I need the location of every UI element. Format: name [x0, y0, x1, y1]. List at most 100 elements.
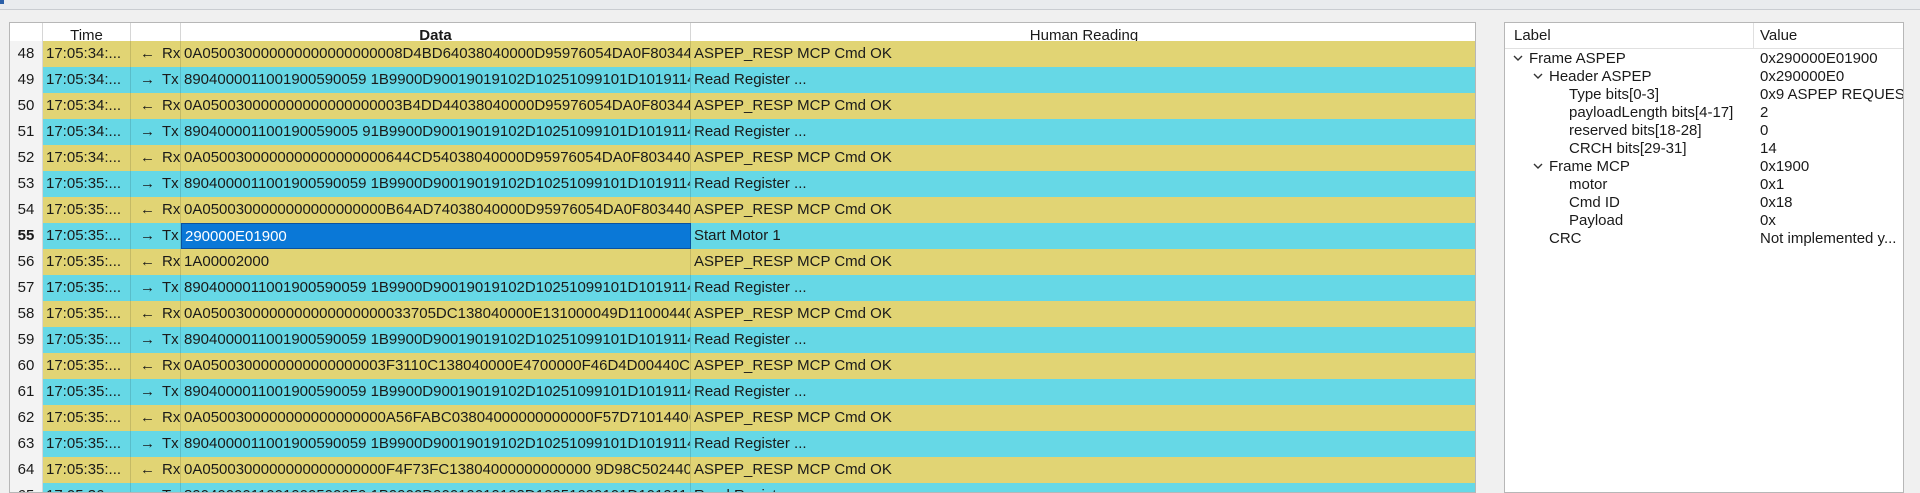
table-row[interactable]: 52 17:05:34:... ← Rx 0A050030000000000000000… — [10, 145, 1475, 171]
direction-label: Rx — [162, 305, 181, 322]
direction-label: Tx — [162, 383, 179, 400]
column-header-label[interactable]: Label — [1505, 23, 1754, 48]
frame-detail-tree[interactable]: Label Value Frame ASPEP 0x290000E01900 Hea… — [1504, 22, 1904, 493]
row-number: 52 — [10, 145, 43, 171]
direction-cell: → Tx — [131, 327, 181, 353]
human-reading-cell: ASPEP_RESP MCP Cmd OK — [691, 457, 1475, 483]
arrow-left-icon: ← — [140, 409, 155, 426]
data-cell[interactable]: 890400001100190059005 91B9900D9001901910… — [181, 119, 691, 145]
human-reading-cell: Read Register ... — [691, 431, 1475, 457]
tree-item-value: Not implemented y... — [1760, 230, 1897, 247]
human-reading-cell: ASPEP_RESP MCP Cmd OK — [691, 249, 1475, 275]
direction-label: Tx — [162, 435, 179, 452]
tree-item[interactable]: CRC Not implemented y... — [1505, 228, 1903, 250]
row-number: 59 — [10, 327, 43, 353]
row-number: 48 — [10, 41, 43, 67]
title-strip — [0, 0, 1920, 10]
table-row[interactable]: 64 17:05:35:... ← Rx 0A050030000000000000000… — [10, 457, 1475, 483]
data-cell[interactable]: 0A0500300000000000000000B64AD74038040000… — [181, 197, 691, 223]
table-row[interactable]: 60 17:05:35:... ← Rx 0A050030000000000000000… — [10, 353, 1475, 379]
time-cell: 17:05:35:... — [43, 223, 131, 249]
direction-cell: ← Rx — [131, 41, 181, 67]
direction-cell: → Tx — [131, 119, 181, 145]
table-row[interactable]: 6517:05:36:... → Tx8904000011001900590059 … — [10, 483, 1475, 492]
arrow-right-icon: → — [140, 123, 155, 140]
data-cell[interactable]: 0A050030000000000000000008D4BD6403804000… — [181, 41, 691, 67]
row-number: 60 — [10, 353, 43, 379]
column-header-value[interactable]: Value — [1754, 23, 1903, 48]
direction-label: Rx — [162, 201, 181, 218]
arrow-left-icon: ← — [140, 149, 155, 166]
human-reading-cell: Read Register ... — [691, 327, 1475, 353]
arrow-right-icon: → — [140, 227, 155, 244]
table-row[interactable]: 55 17:05:35:... → Tx 290000E01900 Start Motor… — [10, 223, 1475, 249]
row-number: 65 — [10, 483, 43, 492]
table-row[interactable]: 49 17:05:34:... → Tx 8904000011001900590059 … — [10, 67, 1475, 93]
tree-header: Label Value — [1505, 23, 1903, 49]
data-cell[interactable]: 0A0500300000000000000000A56FABC038040000… — [181, 405, 691, 431]
data-cell[interactable]: 8904000011001900590059 1B9900D9001901910… — [181, 483, 691, 492]
human-reading-cell: ASPEP_RESP MCP Cmd OK — [691, 301, 1475, 327]
direction-label: Tx — [162, 227, 179, 244]
direction-cell: → Tx — [131, 171, 181, 197]
arrow-right-icon: → — [140, 435, 155, 452]
row-number: 56 — [10, 249, 43, 275]
arrow-left-icon: ← — [140, 305, 155, 322]
table-row[interactable]: 50 17:05:34:... ← Rx 0A050030000000000000000… — [10, 93, 1475, 119]
data-cell[interactable]: 0A050030000000000000000003B4DD4403804000… — [181, 93, 691, 119]
table-row[interactable]: 51 17:05:34:... → Tx 890400001100190059005 9… — [10, 119, 1475, 145]
data-cell[interactable]: 1A00002000 — [181, 249, 691, 275]
table-row[interactable]: 54 17:05:35:... ← Rx 0A050030000000000000000… — [10, 197, 1475, 223]
time-cell: 17:05:35:... — [43, 353, 131, 379]
data-cell[interactable]: 8904000011001900590059 1B9900D9001901910… — [181, 327, 691, 353]
frames-grid[interactable]: Time Data Human Reading 48 17:05:34:... ← R… — [9, 22, 1476, 493]
data-cell[interactable]: 0A0500300000000000000000F4F73FC138040000… — [181, 457, 691, 483]
data-cell[interactable]: 8904000011001900590059 1B9900D9001901910… — [181, 171, 691, 197]
data-cell[interactable]: 8904000011001900590059 1B9900D9001901910… — [181, 379, 691, 405]
data-cell[interactable]: 8904000011001900590059 1B9900D9001901910… — [181, 67, 691, 93]
row-number: 61 — [10, 379, 43, 405]
data-cell[interactable]: 0A0500300000000000000003F3110C138040000E… — [181, 353, 691, 379]
time-cell: 17:05:35:... — [43, 327, 131, 353]
window-corner-mark — [0, 0, 4, 4]
row-number: 50 — [10, 93, 43, 119]
data-cell[interactable]: 290000E01900 — [181, 223, 691, 249]
direction-cell: → Tx — [131, 67, 181, 93]
table-row[interactable]: 56 17:05:35:... ← Rx 1A00002000 ASPEP_RESP MC… — [10, 249, 1475, 275]
row-number: 51 — [10, 119, 43, 145]
time-cell: 17:05:35:... — [43, 301, 131, 327]
data-cell[interactable]: 8904000011001900590059 1B9900D9001901910… — [181, 275, 691, 301]
direction-cell: → Tx — [131, 223, 181, 249]
time-cell: 17:05:35:... — [43, 275, 131, 301]
row-number: 54 — [10, 197, 43, 223]
arrow-right-icon: → — [140, 71, 155, 88]
row-number: 53 — [10, 171, 43, 197]
direction-cell: → Tx — [131, 431, 181, 457]
table-row[interactable]: 63 17:05:35:... → Tx 8904000011001900590059 … — [10, 431, 1475, 457]
table-row[interactable]: 58 17:05:35:... ← Rx 0A050030000000000000000… — [10, 301, 1475, 327]
time-cell: 17:05:35:... — [43, 171, 131, 197]
row-number: 63 — [10, 431, 43, 457]
human-reading-cell: ASPEP_RESP MCP Cmd OK — [691, 197, 1475, 223]
table-row[interactable]: 59 17:05:35:... → Tx 8904000011001900590059 … — [10, 327, 1475, 353]
direction-cell: ← Rx — [131, 249, 181, 275]
time-cell: 17:05:34:... — [43, 93, 131, 119]
direction-cell: → Tx — [131, 379, 181, 405]
data-cell[interactable]: 8904000011001900590059 1B9900D9001901910… — [181, 431, 691, 457]
time-cell: 17:05:35:... — [43, 457, 131, 483]
human-reading-cell: Start Motor 1 — [691, 223, 1475, 249]
direction-cell: → Tx — [131, 483, 181, 492]
table-row[interactable]: 57 17:05:35:... → Tx 8904000011001900590059 … — [10, 275, 1475, 301]
table-row[interactable]: 62 17:05:35:... ← Rx 0A050030000000000000000… — [10, 405, 1475, 431]
table-row[interactable]: 53 17:05:35:... → Tx 8904000011001900590059 … — [10, 171, 1475, 197]
table-row[interactable]: 61 17:05:35:... → Tx 8904000011001900590059 … — [10, 379, 1475, 405]
direction-label: Rx — [162, 253, 181, 270]
data-cell[interactable]: 0A0500300000000000000000644CD54038040000… — [181, 145, 691, 171]
direction-cell: → Tx — [131, 275, 181, 301]
table-row[interactable]: 48 17:05:34:... ← Rx 0A050030000000000000000… — [10, 41, 1475, 67]
human-reading-cell: Read Register ... — [691, 483, 1475, 492]
direction-label: Tx — [162, 71, 179, 88]
data-cell[interactable]: 0A0500300000000000000000033705DC13804000… — [181, 301, 691, 327]
row-number: 49 — [10, 67, 43, 93]
time-cell: 17:05:34:... — [43, 67, 131, 93]
